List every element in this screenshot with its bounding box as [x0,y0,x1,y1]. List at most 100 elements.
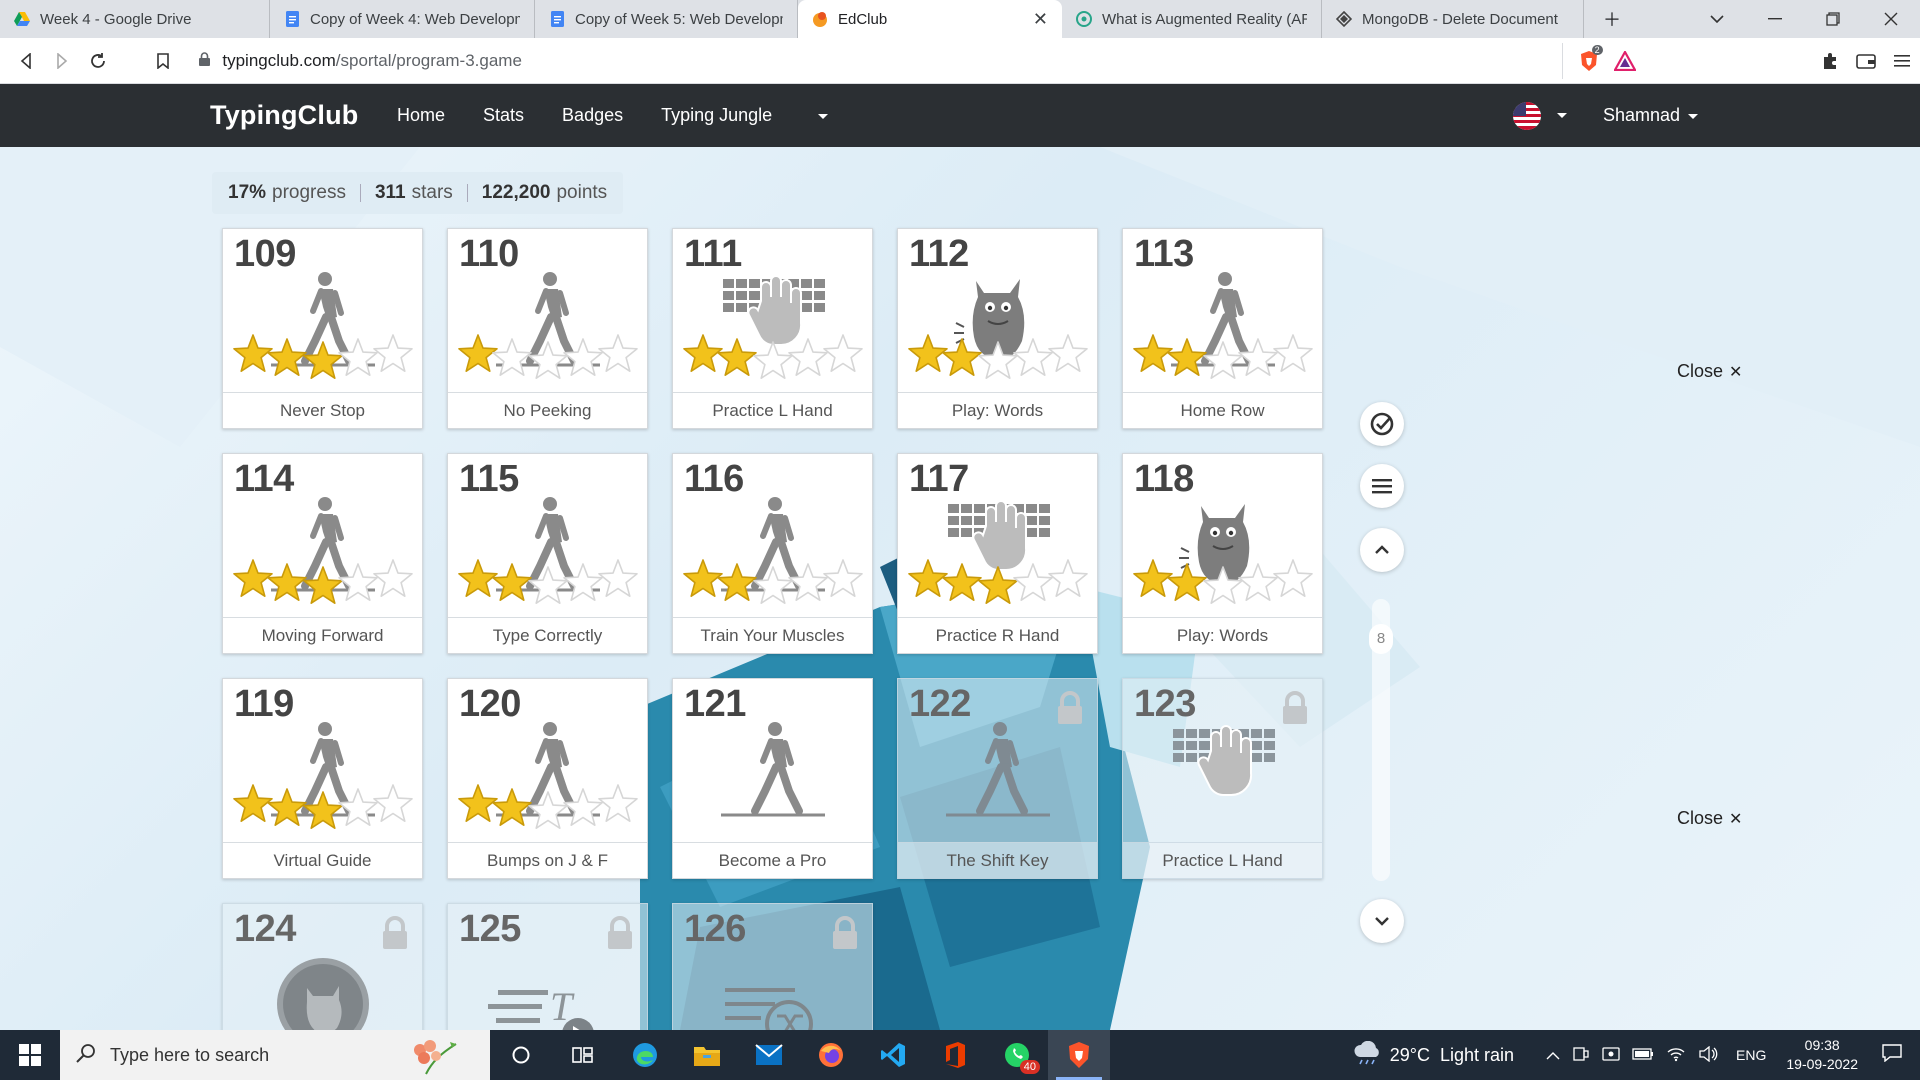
tab-augmented-reality[interactable]: What is Augmented Reality (AR)? [1062,0,1322,38]
star-icon [492,338,532,376]
lesson-card-112[interactable]: 112 Play: Words [897,228,1098,429]
wifi-icon[interactable] [1666,1046,1686,1065]
back-icon[interactable] [8,41,44,81]
star-icon [373,334,413,372]
extensions-icon[interactable] [1812,41,1848,81]
lesson-card-114[interactable]: 114 Moving Forward [222,453,423,654]
chevron-up-icon[interactable] [1546,1047,1560,1063]
tab-doc-week4[interactable]: Copy of Week 4: Web Developm [270,0,535,38]
minimize-button[interactable] [1746,0,1804,38]
lock-icon [832,916,858,950]
star-icon [598,784,638,822]
tab-doc-week5[interactable]: Copy of Week 5: Web Developm [535,0,798,38]
close-link-bottom[interactable]: Close ✕ [1677,808,1742,829]
wallet-icon[interactable] [1848,41,1884,81]
scroll-up-button[interactable] [1360,528,1404,572]
star-icon [1133,559,1173,597]
firefox-icon[interactable] [800,1030,862,1080]
scroll-position-indicator[interactable]: 8 [1369,624,1393,654]
meet-now-icon[interactable] [1602,1046,1620,1065]
brave-badge: 2 [1591,44,1603,55]
tab-title: EdClub [838,10,888,28]
caret-down-icon [1556,113,1567,118]
lesson-card-123[interactable]: 123 Practice L Hand [1122,678,1323,879]
star-icon [233,784,273,822]
lesson-title: Type Correctly [448,617,647,653]
lesson-title: Play: Words [898,392,1097,428]
lesson-card-126[interactable]: 126 [672,903,873,1030]
close-window-button[interactable] [1862,0,1920,38]
mail-icon[interactable] [738,1030,800,1080]
edge-icon[interactable] [614,1030,676,1080]
star-icon [563,788,603,826]
task-view-icon[interactable] [552,1030,614,1080]
device-icon[interactable] [1572,1046,1590,1065]
lesson-title: Moving Forward [223,617,422,653]
new-tab-button[interactable]: ＋ [1584,0,1640,38]
scroll-down-button[interactable] [1360,899,1404,943]
clock-time: 09:38 [1804,1037,1840,1053]
lesson-card-119[interactable]: 119 Virtual Guide [222,678,423,879]
brave-shields-icon[interactable]: 2 [1571,41,1607,81]
lesson-card-118[interactable]: 118 Play: Words [1122,453,1323,654]
forward-icon[interactable] [44,41,80,81]
weather-widget[interactable]: 29°C Light rain [1352,1040,1514,1070]
star-icon [1013,338,1053,376]
volume-icon[interactable] [1698,1045,1718,1065]
typingclub-logo[interactable]: TypingClub [210,100,358,131]
lesson-card-113[interactable]: 113 Home Row [1122,228,1323,429]
nav-badges[interactable]: Badges [562,105,623,126]
file-explorer-icon[interactable] [676,1030,738,1080]
lesson-card-125[interactable]: 125 T [447,903,648,1030]
lesson-card-110[interactable]: 110 No Peeking [447,228,648,429]
lesson-card-121[interactable]: 121 Become a Pro [672,678,873,879]
nav-home[interactable]: Home [397,105,445,126]
lesson-card-116[interactable]: 116 Train Your Muscles [672,453,873,654]
star-icon [528,341,568,379]
reload-icon[interactable] [80,41,116,81]
office-icon[interactable] [924,1030,986,1080]
battery-icon[interactable] [1632,1047,1654,1063]
nav-stats[interactable]: Stats [483,105,524,126]
bookmark-icon[interactable] [146,41,182,81]
tab-search-chevron-icon[interactable] [1688,0,1746,38]
cortana-icon[interactable] [490,1030,552,1080]
windows-start-icon[interactable] [0,1030,60,1080]
list-menu-button[interactable] [1360,464,1404,508]
tab-mongodb[interactable]: MongoDB - Delete Document [1322,0,1584,38]
brave-rewards-icon[interactable] [1607,41,1643,81]
menu-icon[interactable] [1884,41,1920,81]
tab-google-drive[interactable]: Week 4 - Google Drive [0,0,270,38]
lesson-title: Bumps on J & F [448,842,647,878]
clock[interactable]: 09:38 19-09-2022 [1786,1036,1858,1074]
lesson-card-120[interactable]: 120 Bumps on J & F [447,678,648,879]
checkmark-circle-button[interactable] [1360,402,1404,446]
lock-icon [382,916,408,950]
lesson-card-117[interactable]: 117 Practice R Hand [897,453,1098,654]
brave-browser-icon[interactable] [1048,1030,1110,1080]
star-icon [267,563,307,601]
tab-edclub[interactable]: EdClub ✕ [798,0,1062,38]
lesson-title: Practice L Hand [673,392,872,428]
lesson-card-109[interactable]: 109 Never Stop [222,228,423,429]
restore-button[interactable] [1804,0,1862,38]
close-link-top[interactable]: Close ✕ [1677,361,1742,382]
vscode-icon[interactable] [862,1030,924,1080]
nav-typing-jungle-dropdown[interactable]: Typing Jungle [661,105,866,126]
language-dropdown[interactable] [1512,101,1567,130]
tab-title: Copy of Week 4: Web Developm [310,10,520,28]
lesson-card-115[interactable]: 115 Type Correctly [447,453,648,654]
close-tab-icon[interactable]: ✕ [1033,9,1048,30]
lesson-card-122[interactable]: 122 The Shift Key [897,678,1098,879]
user-menu[interactable]: Shamnad [1603,105,1698,126]
address-bar[interactable]: typingclub.com/sportal/program-3.game [191,42,1563,79]
star-icon [338,563,378,601]
walker-icon [673,717,872,827]
lesson-card-111[interactable]: 111 Practice L Hand [672,228,873,429]
lesson-card-124[interactable]: 124 [222,903,423,1030]
language-indicator[interactable]: ENG [1736,1047,1766,1063]
taskbar-search-input[interactable]: Type here to search [60,1030,490,1080]
lesson-map: 17% progress 311 stars 122,200 points 109 Ne… [0,147,1920,1030]
whatsapp-icon[interactable]: 40 [986,1030,1048,1080]
notifications-icon[interactable] [1882,1044,1902,1066]
